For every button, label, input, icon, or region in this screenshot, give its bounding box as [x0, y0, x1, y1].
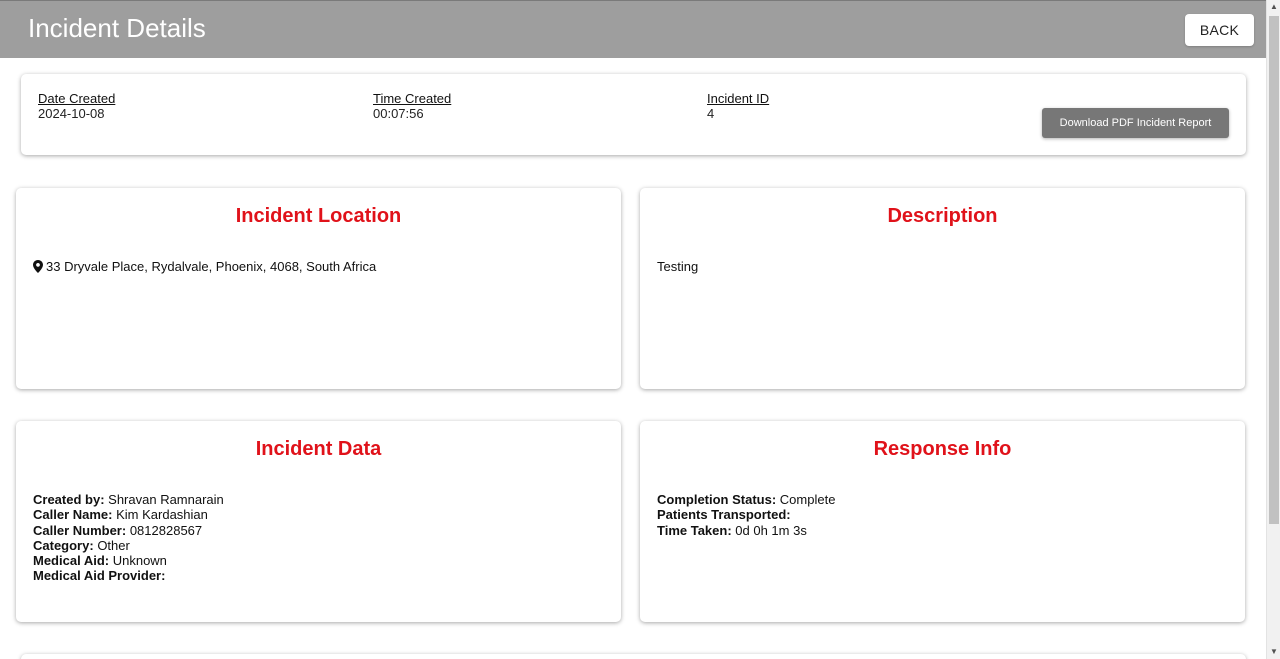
- field-label: Category:: [33, 537, 94, 553]
- page-title: Incident Details: [28, 13, 206, 43]
- field-value: Other: [97, 537, 130, 553]
- description-card: Description Testing: [640, 188, 1245, 389]
- field-label: Caller Number:: [33, 522, 127, 538]
- date-created-label: Date Created: [38, 91, 116, 106]
- field-value: Complete: [779, 492, 836, 507]
- location-address: 33 Dryvale Place, Rydalvale, Phoenix, 40…: [46, 259, 377, 274]
- field-label: Medical Aid:: [33, 553, 110, 569]
- field-caller-name: Caller Name: Kim Kardashian: [33, 507, 224, 522]
- incident-summary-card: Date Created 2024-10-08 Time Created 00:…: [21, 74, 1246, 155]
- field-label: Caller Name:: [33, 507, 113, 523]
- location-address-row: 33 Dryvale Place, Rydalvale, Phoenix, 40…: [33, 259, 376, 274]
- back-button[interactable]: BACK: [1185, 14, 1254, 46]
- incident-id-label: Incident ID: [707, 91, 770, 106]
- description-text: Testing: [657, 259, 699, 274]
- field-caller-number: Caller Number: 0812828567: [33, 523, 224, 538]
- map-marker-icon: [33, 260, 43, 273]
- field-label: Time Taken:: [657, 522, 732, 538]
- time-created: Time Created 00:07:56: [373, 91, 451, 121]
- scroll-up-arrow-icon[interactable]: ▲: [1267, 0, 1280, 14]
- scroll-down-arrow-icon[interactable]: ▼: [1267, 645, 1280, 659]
- incident-location-card: Incident Location 33 Dryvale Place, Ryda…: [16, 188, 621, 389]
- field-time-taken: Time Taken: 0d 0h 1m 3s: [657, 523, 835, 538]
- vertical-scrollbar[interactable]: ▲ ▼: [1266, 0, 1280, 659]
- date-created-value: 2024-10-08: [38, 106, 105, 121]
- scrollbar-thumb[interactable]: [1269, 16, 1279, 524]
- incident-data-title: Incident Data: [255, 438, 382, 460]
- incident-location-title: Incident Location: [235, 205, 402, 227]
- field-value: 0812828567: [129, 522, 203, 538]
- field-value: Shravan Ramnarain: [108, 492, 224, 507]
- incident-data-card: Incident Data Created by: Shravan Ramnar…: [16, 421, 621, 622]
- response-info-title: Response Info: [873, 438, 1012, 460]
- field-category: Category: Other: [33, 538, 224, 553]
- field-value: Kim Kardashian: [116, 507, 208, 523]
- app: Incident Details BACK Date Created 2024-…: [0, 0, 1280, 659]
- description-title: Description: [887, 205, 998, 227]
- time-created-label: Time Created: [373, 91, 452, 106]
- response-info-fields: Completion Status: Complete Patients Tra…: [657, 492, 835, 538]
- download-pdf-button[interactable]: Download PDF Incident Report: [1042, 108, 1229, 138]
- date-created: Date Created 2024-10-08: [38, 91, 115, 121]
- incident-id-value: 4: [707, 106, 715, 121]
- field-value: Unknown: [112, 553, 167, 569]
- field-medical-aid-provider: Medical Aid Provider:: [33, 568, 224, 583]
- field-patients-transported: Patients Transported:: [657, 507, 835, 522]
- field-medical-aid: Medical Aid: Unknown: [33, 553, 224, 568]
- time-created-value: 00:07:56: [373, 106, 424, 121]
- next-card-edge: [21, 654, 1246, 659]
- field-value: 0d 0h 1m 3s: [735, 522, 807, 538]
- field-label: Created by:: [33, 492, 105, 507]
- field-created-by: Created by: Shravan Ramnarain: [33, 492, 224, 507]
- incident-id: Incident ID 4: [707, 91, 769, 121]
- field-completion-status: Completion Status: Complete: [657, 492, 835, 507]
- response-info-card: Response Info Completion Status: Complet…: [640, 421, 1245, 622]
- field-label: Completion Status:: [657, 492, 777, 507]
- incident-data-fields: Created by: Shravan Ramnarain Caller Nam…: [33, 492, 224, 584]
- field-label: Medical Aid Provider:: [33, 568, 166, 584]
- field-label: Patients Transported:: [657, 507, 791, 523]
- top-bar: Incident Details BACK: [0, 0, 1266, 58]
